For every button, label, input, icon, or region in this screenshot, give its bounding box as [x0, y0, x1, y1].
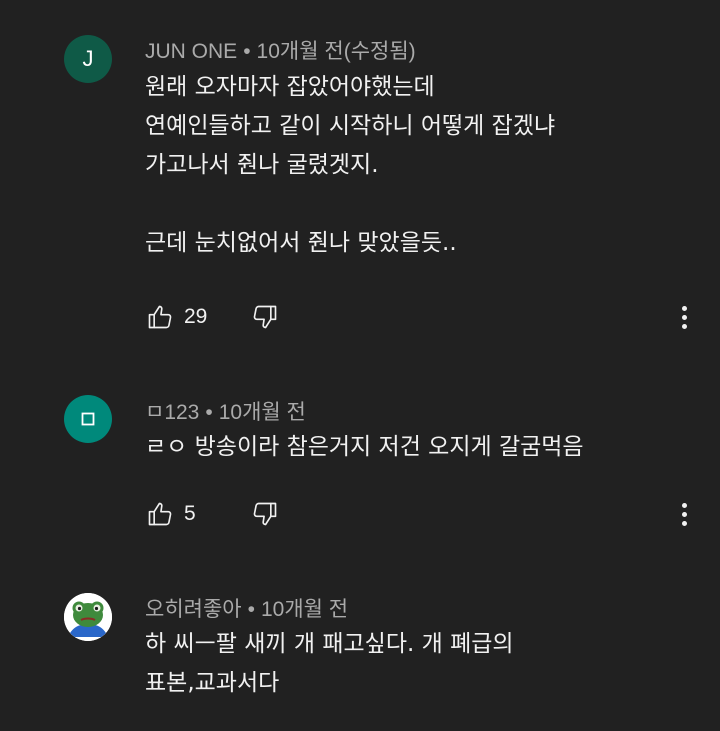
meta-separator: •: [247, 598, 255, 621]
dot: [681, 305, 687, 311]
like-button[interactable]: [145, 302, 175, 332]
avatar-letter: J: [82, 46, 94, 71]
dot: [681, 314, 687, 320]
comment-meta: JUN ONE • 10개월 전(수정됨): [145, 35, 416, 65]
thumbs-up-icon: [148, 502, 172, 526]
more-vert-icon[interactable]: [670, 498, 698, 530]
like-count: 29: [184, 305, 208, 328]
meta-separator: •: [243, 40, 251, 63]
frog-avatar-icon: [64, 593, 112, 641]
comment-text: ㄹㅇ 방송이라 참은거지 저건 오지게 갈굼먹음: [145, 434, 584, 460]
dot: [681, 323, 687, 329]
comment-time[interactable]: 10개월 전(수정됨): [257, 40, 416, 63]
comment-meta: ㅁ123 • 10개월 전: [145, 396, 306, 426]
comment-actions: 5: [145, 498, 280, 530]
comment-author[interactable]: ㅁ123: [145, 401, 199, 424]
comment-author[interactable]: 오히려좋아: [145, 598, 242, 621]
comment-text: 원래 오자마자 잡았어야했는데 연예인들하고 같이 시작하니 어떻게 잡겠냐 가…: [145, 74, 556, 256]
like-button[interactable]: [145, 499, 175, 529]
thumbs-up-icon: [148, 305, 172, 329]
dislike-button[interactable]: [250, 302, 280, 332]
comment-author[interactable]: JUN ONE: [145, 40, 237, 63]
comment-time[interactable]: 10개월 전: [261, 598, 348, 621]
avatar[interactable]: [64, 395, 112, 443]
dislike-button[interactable]: [250, 499, 280, 529]
dot: [681, 520, 687, 526]
thumbs-down-icon: [253, 502, 277, 526]
like-count: 5: [184, 502, 196, 525]
comment-text: 하 씨ㅡ팔 새끼 개 패고싶다. 개 폐급의 표본,교과서다: [145, 631, 514, 696]
comment-meta: 오히려좋아 • 10개월 전: [145, 593, 348, 623]
avatar[interactable]: [64, 593, 112, 641]
avatar[interactable]: J: [64, 35, 112, 83]
dot: [681, 511, 687, 517]
thumbs-down-icon: [253, 305, 277, 329]
comment-actions: 29: [145, 301, 280, 333]
meta-separator: •: [205, 401, 213, 424]
avatar-square-glyph: [81, 412, 95, 426]
more-vert-icon[interactable]: [670, 301, 698, 333]
comment-time[interactable]: 10개월 전: [219, 401, 306, 424]
dot: [681, 502, 687, 508]
